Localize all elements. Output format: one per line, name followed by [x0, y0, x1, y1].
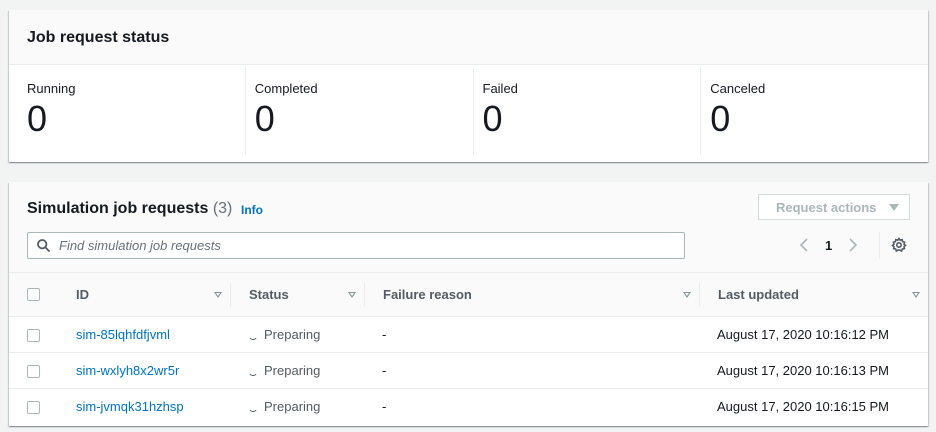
- jobs-title-text: Simulation job requests: [27, 200, 209, 217]
- job-id-link[interactable]: sim-85lqhfdfjvml: [76, 327, 170, 342]
- last-updated-cell: August 17, 2020 10:16:12 PM: [699, 316, 928, 353]
- sort-icon: [348, 291, 356, 298]
- status-panel-header: Job request status: [9, 10, 928, 65]
- stat-value: 0: [27, 98, 48, 139]
- jobs-count: (3): [212, 200, 233, 217]
- stat-failed: Failed 0: [472, 67, 701, 155]
- failure-reason-cell: -: [364, 316, 699, 353]
- status-stats: Running 0 Completed 0 Failed 0 Canceled …: [9, 65, 928, 161]
- search-input[interactable]: [59, 238, 619, 253]
- jobs-panel-header: Simulation job requests (3) Info Request…: [9, 182, 928, 272]
- stat-label: Completed: [254, 81, 318, 96]
- row-select-cell: [9, 352, 58, 389]
- row-select-cell: [9, 316, 58, 353]
- sort-icon: [214, 291, 222, 298]
- id-cell: sim-wxlyh8x2wr5r: [58, 352, 230, 389]
- status-text: Preparing: [264, 327, 321, 342]
- divider: [879, 232, 880, 259]
- column-label: Status: [249, 287, 289, 302]
- chevron-right-icon[interactable]: [848, 237, 858, 253]
- row-select-cell: [9, 389, 58, 425]
- table-row: sim-wxlyh8x2wr5r Preparing - August 17, …: [9, 352, 928, 389]
- stat-running: Running 0: [9, 67, 245, 155]
- status-cell: Preparing: [230, 389, 364, 425]
- caret-down-icon: [889, 203, 900, 211]
- spinner-icon: [248, 330, 258, 340]
- job-request-status-panel: Job request status Running 0 Completed 0…: [9, 10, 928, 162]
- stat-value: 0: [710, 98, 731, 139]
- stat-canceled: Canceled 0: [700, 67, 928, 155]
- stat-label: Canceled: [710, 81, 766, 96]
- request-actions-label: Request actions: [776, 199, 877, 215]
- column-header-status[interactable]: Status: [230, 272, 364, 317]
- status-cell: Preparing: [230, 316, 364, 353]
- spinner-icon: [248, 402, 258, 413]
- sort-icon: [912, 291, 920, 298]
- last-updated-cell: August 17, 2020 10:16:15 PM: [717, 399, 890, 415]
- table-row: sim-85lqhfdfjvml Preparing - August 17, …: [9, 316, 928, 353]
- id-cell: sim-jvmqk31hzhsp: [58, 389, 230, 425]
- stat-label: Failed: [482, 81, 518, 96]
- search-icon: [37, 239, 50, 252]
- column-header-last-updated[interactable]: Last updated: [699, 272, 928, 317]
- table-header-row: ID Status Failure reason Last updated: [9, 272, 928, 317]
- jobs-panel-title: Simulation job requests (3): [27, 199, 232, 219]
- last-updated-cell: August 17, 2020 10:16:13 PM: [699, 352, 928, 389]
- stat-value: 0: [254, 98, 275, 139]
- column-label: ID: [76, 287, 89, 302]
- jobs-table: ID Status Failure reason Last updated si…: [9, 272, 928, 425]
- sort-icon: [683, 291, 691, 298]
- current-page-number[interactable]: 1: [825, 238, 832, 253]
- stat-label: Running: [27, 81, 76, 96]
- column-label: Last updated: [718, 287, 799, 302]
- status-panel-title: Job request status: [27, 29, 170, 46]
- failure-reason-cell: -: [364, 352, 699, 389]
- select-all-checkbox[interactable]: [27, 288, 40, 301]
- row-checkbox[interactable]: [27, 365, 40, 379]
- simulation-job-requests-panel: Simulation job requests (3) Info Request…: [9, 182, 928, 426]
- search-field[interactable]: [27, 232, 685, 259]
- stat-value: 0: [482, 98, 503, 139]
- status-cell: Preparing: [230, 352, 364, 389]
- status-text: Preparing: [264, 399, 321, 415]
- stat-completed: Completed 0: [244, 67, 473, 155]
- job-id-link[interactable]: sim-jvmqk31hzhsp: [76, 399, 184, 414]
- job-id-link[interactable]: sim-wxlyh8x2wr5r: [76, 363, 179, 378]
- chevron-left-icon[interactable]: [799, 237, 809, 253]
- select-all-cell: [9, 272, 58, 317]
- column-header-id[interactable]: ID: [58, 272, 230, 317]
- gear-icon[interactable]: [891, 237, 907, 253]
- pagination: 1: [799, 237, 858, 253]
- id-cell: sim-85lqhfdfjvml: [58, 316, 230, 353]
- table-row: sim-jvmqk31hzhsp Preparing - August 17, …: [9, 389, 928, 425]
- failure-reason-cell: -: [382, 399, 387, 415]
- spinner-icon: [248, 366, 258, 376]
- row-checkbox[interactable]: [27, 401, 40, 415]
- column-label: Failure reason: [383, 287, 472, 302]
- request-actions-button[interactable]: Request actions: [758, 194, 910, 220]
- row-checkbox[interactable]: [27, 329, 40, 343]
- status-text: Preparing: [264, 363, 321, 378]
- info-link[interactable]: Info: [241, 203, 263, 217]
- column-header-failure-reason[interactable]: Failure reason: [364, 272, 699, 317]
